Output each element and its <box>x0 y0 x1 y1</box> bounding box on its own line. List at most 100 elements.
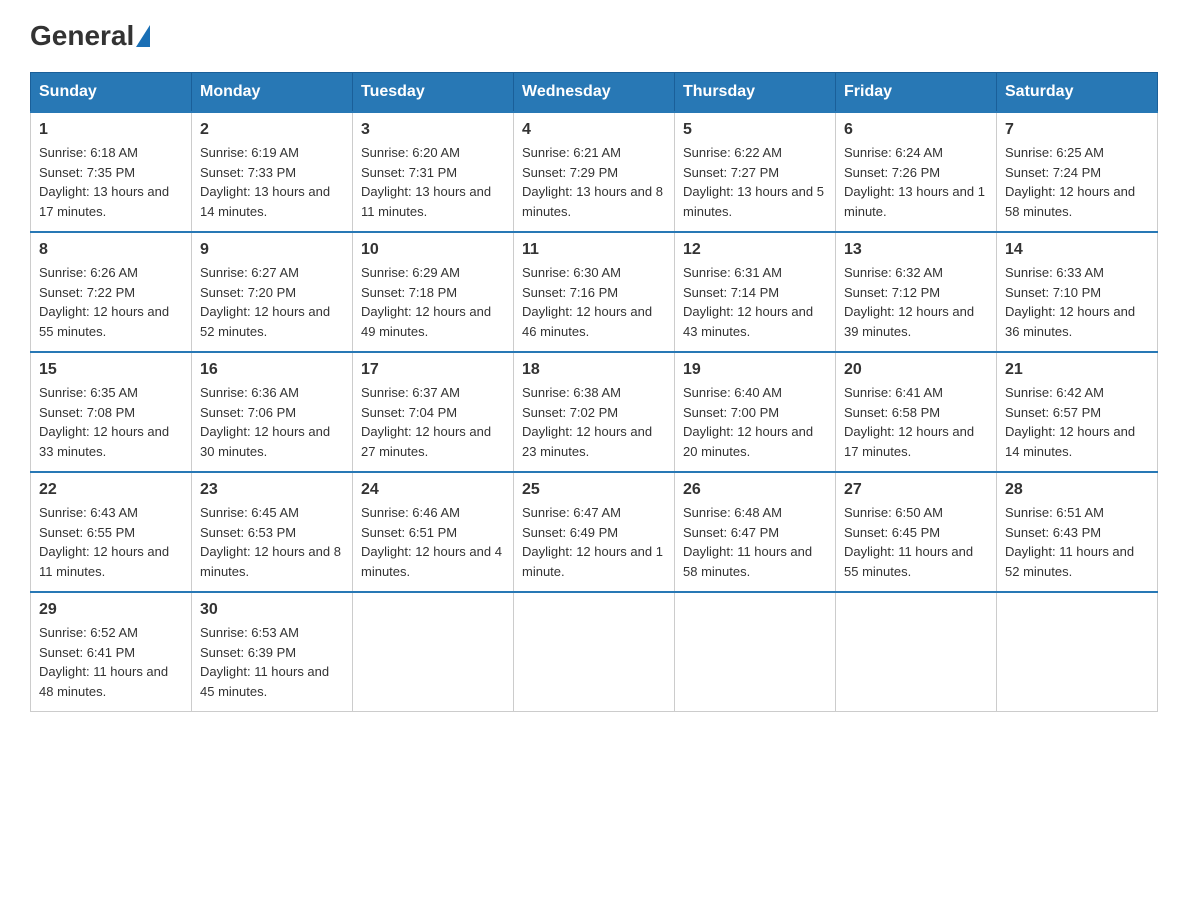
calendar-cell: 13 Sunrise: 6:32 AMSunset: 7:12 PMDayligh… <box>836 232 997 352</box>
calendar-cell: 3Sunrise: 6:20 AMSunset: 7:31 PMDaylight… <box>353 112 514 232</box>
calendar-cell: 30 Sunrise: 6:53 AMSunset: 6:39 PMDayligh… <box>192 592 353 712</box>
day-info: Sunrise: 6:50 AMSunset: 6:45 PMDaylight:… <box>844 503 988 581</box>
day-info: Sunrise: 6:38 AMSunset: 7:02 PMDaylight:… <box>522 383 666 461</box>
page-header: General <box>30 20 1158 52</box>
calendar-header-row: SundayMondayTuesdayWednesdayThursdayFrid… <box>31 73 1158 113</box>
calendar-cell: 11 Sunrise: 6:30 AMSunset: 7:16 PMDayligh… <box>514 232 675 352</box>
day-of-week-header: Wednesday <box>514 73 675 113</box>
day-info: Sunrise: 6:27 AMSunset: 7:20 PMDaylight:… <box>200 263 344 341</box>
calendar-week-row: 29 Sunrise: 6:52 AMSunset: 6:41 PMDayligh… <box>31 592 1158 712</box>
calendar-cell: 25 Sunrise: 6:47 AMSunset: 6:49 PMDayligh… <box>514 472 675 592</box>
calendar-week-row: 22Sunrise: 6:43 AMSunset: 6:55 PMDayligh… <box>31 472 1158 592</box>
calendar-cell: 4 Sunrise: 6:21 AMSunset: 7:29 PMDaylight… <box>514 112 675 232</box>
day-info: Sunrise: 6:53 AMSunset: 6:39 PMDaylight:… <box>200 623 344 701</box>
day-of-week-header: Sunday <box>31 73 192 113</box>
day-number: 6 <box>844 121 988 139</box>
day-number: 8 <box>39 241 183 259</box>
calendar-cell: 26 Sunrise: 6:48 AMSunset: 6:47 PMDayligh… <box>675 472 836 592</box>
day-info: Sunrise: 6:18 AMSunset: 7:35 PMDaylight:… <box>39 143 183 221</box>
day-number: 19 <box>683 361 827 379</box>
calendar-cell: 27 Sunrise: 6:50 AMSunset: 6:45 PMDayligh… <box>836 472 997 592</box>
calendar-week-row: 15 Sunrise: 6:35 AMSunset: 7:08 PMDayligh… <box>31 352 1158 472</box>
day-info: Sunrise: 6:22 AMSunset: 7:27 PMDaylight:… <box>683 143 827 221</box>
calendar-cell: 23 Sunrise: 6:45 AMSunset: 6:53 PMDayligh… <box>192 472 353 592</box>
day-number: 25 <box>522 481 666 499</box>
day-number: 10 <box>361 241 505 259</box>
calendar-cell: 21 Sunrise: 6:42 AMSunset: 6:57 PMDayligh… <box>997 352 1158 472</box>
day-number: 11 <box>522 241 666 259</box>
day-number: 21 <box>1005 361 1149 379</box>
logo: General <box>30 20 150 52</box>
day-info: Sunrise: 6:48 AMSunset: 6:47 PMDaylight:… <box>683 503 827 581</box>
day-number: 16 <box>200 361 344 379</box>
calendar-cell: 5 Sunrise: 6:22 AMSunset: 7:27 PMDaylight… <box>675 112 836 232</box>
day-info: Sunrise: 6:45 AMSunset: 6:53 PMDaylight:… <box>200 503 344 581</box>
day-of-week-header: Saturday <box>997 73 1158 113</box>
logo-triangle-icon <box>136 25 150 47</box>
calendar-table: SundayMondayTuesdayWednesdayThursdayFrid… <box>30 72 1158 712</box>
day-info: Sunrise: 6:42 AMSunset: 6:57 PMDaylight:… <box>1005 383 1149 461</box>
day-info: Sunrise: 6:30 AMSunset: 7:16 PMDaylight:… <box>522 263 666 341</box>
calendar-week-row: 8Sunrise: 6:26 AMSunset: 7:22 PMDaylight… <box>31 232 1158 352</box>
day-number: 4 <box>522 121 666 139</box>
calendar-cell: 15 Sunrise: 6:35 AMSunset: 7:08 PMDayligh… <box>31 352 192 472</box>
day-number: 13 <box>844 241 988 259</box>
calendar-cell: 7Sunrise: 6:25 AMSunset: 7:24 PMDaylight… <box>997 112 1158 232</box>
calendar-cell <box>514 592 675 712</box>
calendar-cell: 29 Sunrise: 6:52 AMSunset: 6:41 PMDayligh… <box>31 592 192 712</box>
day-number: 17 <box>361 361 505 379</box>
calendar-cell: 22Sunrise: 6:43 AMSunset: 6:55 PMDayligh… <box>31 472 192 592</box>
calendar-cell <box>675 592 836 712</box>
day-number: 3 <box>361 121 505 139</box>
calendar-cell: 19 Sunrise: 6:40 AMSunset: 7:00 PMDayligh… <box>675 352 836 472</box>
calendar-cell: 9 Sunrise: 6:27 AMSunset: 7:20 PMDaylight… <box>192 232 353 352</box>
day-number: 1 <box>39 121 183 139</box>
day-number: 30 <box>200 601 344 619</box>
day-of-week-header: Monday <box>192 73 353 113</box>
day-number: 24 <box>361 481 505 499</box>
calendar-cell: 1 Sunrise: 6:18 AMSunset: 7:35 PMDaylight… <box>31 112 192 232</box>
calendar-cell: 6 Sunrise: 6:24 AMSunset: 7:26 PMDaylight… <box>836 112 997 232</box>
day-info: Sunrise: 6:52 AMSunset: 6:41 PMDaylight:… <box>39 623 183 701</box>
day-number: 27 <box>844 481 988 499</box>
calendar-cell: 20 Sunrise: 6:41 AMSunset: 6:58 PMDayligh… <box>836 352 997 472</box>
day-number: 18 <box>522 361 666 379</box>
day-info: Sunrise: 6:43 AMSunset: 6:55 PMDaylight:… <box>39 503 183 581</box>
day-info: Sunrise: 6:47 AMSunset: 6:49 PMDaylight:… <box>522 503 666 581</box>
day-number: 23 <box>200 481 344 499</box>
day-info: Sunrise: 6:36 AMSunset: 7:06 PMDaylight:… <box>200 383 344 461</box>
day-info: Sunrise: 6:37 AMSunset: 7:04 PMDaylight:… <box>361 383 505 461</box>
day-info: Sunrise: 6:31 AMSunset: 7:14 PMDaylight:… <box>683 263 827 341</box>
day-info: Sunrise: 6:21 AMSunset: 7:29 PMDaylight:… <box>522 143 666 221</box>
day-info: Sunrise: 6:40 AMSunset: 7:00 PMDaylight:… <box>683 383 827 461</box>
day-of-week-header: Friday <box>836 73 997 113</box>
day-of-week-header: Tuesday <box>353 73 514 113</box>
calendar-cell <box>836 592 997 712</box>
day-number: 9 <box>200 241 344 259</box>
day-number: 5 <box>683 121 827 139</box>
calendar-cell: 14Sunrise: 6:33 AMSunset: 7:10 PMDayligh… <box>997 232 1158 352</box>
calendar-cell: 28Sunrise: 6:51 AMSunset: 6:43 PMDayligh… <box>997 472 1158 592</box>
calendar-cell: 8Sunrise: 6:26 AMSunset: 7:22 PMDaylight… <box>31 232 192 352</box>
day-info: Sunrise: 6:33 AMSunset: 7:10 PMDaylight:… <box>1005 263 1149 341</box>
calendar-cell: 16 Sunrise: 6:36 AMSunset: 7:06 PMDayligh… <box>192 352 353 472</box>
calendar-cell: 17 Sunrise: 6:37 AMSunset: 7:04 PMDayligh… <box>353 352 514 472</box>
day-of-week-header: Thursday <box>675 73 836 113</box>
day-number: 20 <box>844 361 988 379</box>
day-info: Sunrise: 6:32 AMSunset: 7:12 PMDaylight:… <box>844 263 988 341</box>
day-number: 29 <box>39 601 183 619</box>
day-number: 7 <box>1005 121 1149 139</box>
day-number: 15 <box>39 361 183 379</box>
calendar-cell: 12Sunrise: 6:31 AMSunset: 7:14 PMDayligh… <box>675 232 836 352</box>
day-info: Sunrise: 6:46 AMSunset: 6:51 PMDaylight:… <box>361 503 505 581</box>
day-info: Sunrise: 6:29 AMSunset: 7:18 PMDaylight:… <box>361 263 505 341</box>
day-number: 26 <box>683 481 827 499</box>
day-info: Sunrise: 6:41 AMSunset: 6:58 PMDaylight:… <box>844 383 988 461</box>
day-info: Sunrise: 6:24 AMSunset: 7:26 PMDaylight:… <box>844 143 988 221</box>
day-number: 28 <box>1005 481 1149 499</box>
calendar-cell: 2Sunrise: 6:19 AMSunset: 7:33 PMDaylight… <box>192 112 353 232</box>
calendar-cell: 10 Sunrise: 6:29 AMSunset: 7:18 PMDayligh… <box>353 232 514 352</box>
logo-general-text: General <box>30 20 134 52</box>
day-info: Sunrise: 6:35 AMSunset: 7:08 PMDaylight:… <box>39 383 183 461</box>
day-info: Sunrise: 6:19 AMSunset: 7:33 PMDaylight:… <box>200 143 344 221</box>
